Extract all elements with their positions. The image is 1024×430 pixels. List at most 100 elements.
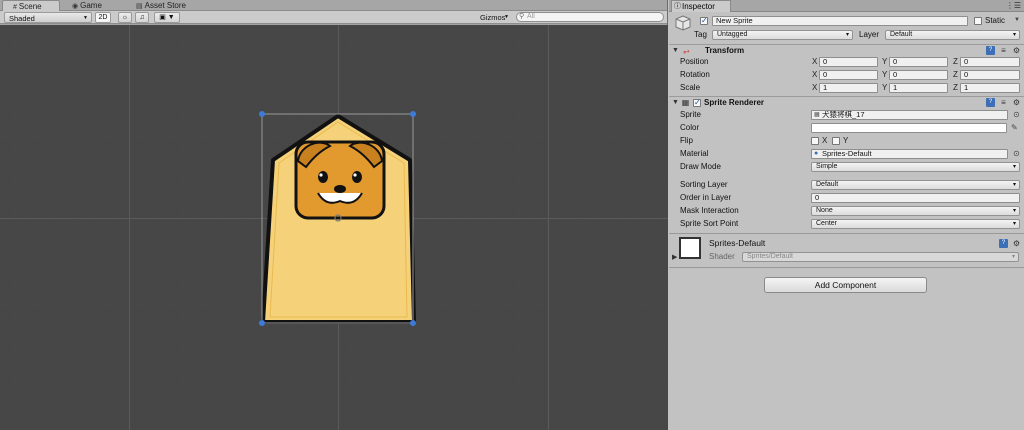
scene-viewport[interactable] — [0, 25, 668, 430]
order-in-layer-row: Order in Layer 0 — [669, 192, 1024, 204]
position-x-field[interactable]: 0 — [819, 57, 878, 67]
settings-gear-icon[interactable]: ⚙ — [1012, 239, 1021, 248]
dropdown-arrow-icon: ▾ — [1012, 208, 1016, 214]
sorting-layer-row: Sorting Layer Default ▾ — [669, 179, 1024, 191]
sprite-layer — [259, 111, 416, 326]
scene-toolbar: Shaded ▼ 2D ☼ ♫ ▣ ▼ Gizmos ▼ ⚲ All — [0, 11, 667, 24]
color-swatch[interactable] — [811, 123, 1007, 133]
gizmos-dropdown[interactable]: Gizmos ▼ — [476, 12, 512, 23]
eyedropper-icon[interactable]: ✎ — [1011, 123, 1018, 133]
static-dropdown-icon[interactable]: ▼ — [1014, 15, 1020, 25]
sorting-layer-dropdown[interactable]: Default ▾ — [811, 180, 1020, 190]
rotation-z-field[interactable]: 0 — [960, 70, 1020, 80]
tab-game[interactable]: ◉ Game — [62, 0, 122, 11]
layer-label: Layer — [859, 30, 880, 39]
dropdown-arrow-icon: ▼ — [504, 14, 509, 20]
2d-mode-toggle[interactable]: 2D — [95, 12, 111, 23]
sprite-field[interactable]: ▦ 犬猿将棋_17 — [811, 110, 1008, 120]
audio-toggle-icon[interactable]: ♫ — [135, 12, 149, 23]
scale-row: Scale X 1 Y 1 Z 1 — [669, 82, 1024, 94]
settings-gear-icon[interactable]: ⚙ — [1012, 46, 1021, 55]
position-y-field[interactable]: 0 — [889, 57, 948, 67]
transform-axes-icon: ⥅ — [683, 46, 690, 55]
shogi-piece-sprite[interactable] — [261, 114, 416, 324]
resize-handle[interactable] — [410, 320, 416, 326]
tab-asset-store[interactable]: ▤ Asset Store — [126, 0, 206, 11]
rotation-y-field[interactable]: 0 — [889, 70, 948, 80]
shader-label: Shader — [709, 252, 735, 261]
shader-dropdown[interactable]: Sprites/Default ▾ — [742, 252, 1019, 262]
search-icon: ⚲ — [519, 13, 525, 20]
active-checkbox[interactable] — [700, 16, 708, 25]
tab-inspector[interactable]: ⓘ Inspector — [671, 0, 731, 12]
material-row: Material ● Sprites-Default ⊙ — [680, 149, 1020, 159]
object-header: New Sprite Static ▼ Tag Untagged▾ Layer … — [669, 13, 1024, 43]
tab-scene[interactable]: # Scene — [2, 0, 60, 11]
flip-x-checkbox[interactable] — [811, 137, 819, 145]
info-icon: ⓘ — [674, 3, 681, 10]
draw-mode-row: Draw Mode Simple ▾ — [669, 161, 1024, 173]
mask-interaction-row: Mask Interaction None ▾ — [669, 205, 1024, 217]
presets-icon[interactable]: ≡ — [999, 98, 1008, 107]
scene-tabbar: # Scene ◉ Game ▤ Asset Store — [0, 0, 667, 11]
help-book-icon[interactable]: ? — [986, 46, 995, 55]
mask-interaction-dropdown[interactable]: None ▾ — [811, 206, 1020, 216]
help-book-icon[interactable]: ? — [999, 239, 1008, 248]
layer-dropdown[interactable]: Default ▾ — [885, 30, 1020, 40]
sprite-renderer-enabled-checkbox[interactable] — [693, 98, 701, 107]
order-in-layer-field[interactable]: 0 — [811, 193, 1020, 203]
lighting-toggle-icon[interactable]: ☼ — [118, 12, 132, 23]
dropdown-arrow-icon: ▼ — [83, 15, 88, 21]
scale-y-field[interactable]: 1 — [889, 83, 948, 93]
add-component-button[interactable]: Add Component — [764, 277, 927, 293]
sprite-row: Sprite ▦ 犬猿将棋_17 ⊙ — [680, 110, 1020, 120]
material-field[interactable]: ● Sprites-Default — [811, 149, 1008, 159]
help-book-icon[interactable]: ? — [986, 98, 995, 107]
tag-dropdown[interactable]: Untagged ▾ — [712, 30, 853, 40]
scene-panel: # Scene ◉ Game ▤ Asset Store Shaded ▼ 2D ☼ ♫… — [0, 0, 668, 430]
sprite-renderer-header[interactable]: ▼ ▦ Sprite Renderer ? ≡ ⚙ — [669, 96, 1024, 109]
static-checkbox[interactable] — [974, 17, 982, 25]
fold-arrow-icon[interactable]: ▶ — [672, 252, 677, 264]
flip-row: Flip X Y — [680, 136, 849, 145]
resize-handle[interactable] — [410, 111, 416, 117]
color-row: Color ✎ — [680, 123, 1018, 133]
fold-arrow-icon[interactable]: ▼ — [672, 97, 679, 109]
dropdown-arrow-icon: ▾ — [845, 32, 849, 38]
object-picker-icon[interactable]: ⊙ — [1013, 149, 1020, 159]
inspector-panel: ⓘInspector ⋮☰ New Sprite Static ▼ Tag Un… — [669, 0, 1024, 430]
effects-dropdown-icon[interactable]: ▣ ▼ — [154, 12, 180, 23]
dropdown-arrow-icon: ▾ — [1012, 164, 1016, 170]
resize-handle[interactable] — [259, 320, 265, 326]
presets-icon[interactable]: ≡ — [999, 46, 1008, 55]
scale-x-field[interactable]: 1 — [819, 83, 878, 93]
material-preview — [679, 237, 701, 259]
sprite-sort-point-dropdown[interactable]: Center ▾ — [811, 219, 1020, 229]
dropdown-arrow-icon: ▾ — [1012, 221, 1016, 227]
sprite-asset-icon: ▦ — [814, 112, 820, 118]
material-name: Sprites-Default — [709, 238, 766, 248]
material-block: ▶ Sprites-Default Shader Sprites/Default… — [669, 234, 1024, 266]
object-picker-icon[interactable]: ⊙ — [1013, 110, 1020, 120]
scale-z-field[interactable]: 1 — [960, 83, 1020, 93]
sprite-sort-point-row: Sprite Sort Point Center ▾ — [669, 218, 1024, 230]
rotation-row: Rotation X 0 Y 0 Z 0 — [669, 69, 1024, 81]
panel-menu-icon[interactable]: ⋮☰ — [1006, 0, 1021, 12]
position-z-field[interactable]: 0 — [960, 57, 1020, 67]
resize-handle[interactable] — [259, 111, 265, 117]
sprite-renderer-title: Sprite Renderer — [704, 98, 765, 107]
position-row: Position X 0 Y 0 Z 0 — [669, 56, 1024, 68]
object-name-field[interactable]: New Sprite — [712, 16, 968, 26]
rotation-x-field[interactable]: 0 — [819, 70, 878, 80]
divider — [669, 267, 1024, 268]
dropdown-arrow-icon: ▾ — [1012, 182, 1016, 188]
flip-y-checkbox[interactable] — [832, 137, 840, 145]
draw-mode-dropdown[interactable]: Simple ▾ — [811, 162, 1020, 172]
static-label: Static — [985, 16, 1006, 25]
scene-search-input[interactable]: ⚲ All — [516, 12, 664, 22]
settings-gear-icon[interactable]: ⚙ — [1012, 98, 1021, 107]
sprite-renderer-icon: ▦ — [681, 98, 690, 107]
game-object-cube-icon — [675, 15, 691, 31]
shading-mode-dropdown[interactable]: Shaded ▼ — [4, 12, 92, 23]
dropdown-arrow-icon: ▾ — [1012, 32, 1016, 38]
